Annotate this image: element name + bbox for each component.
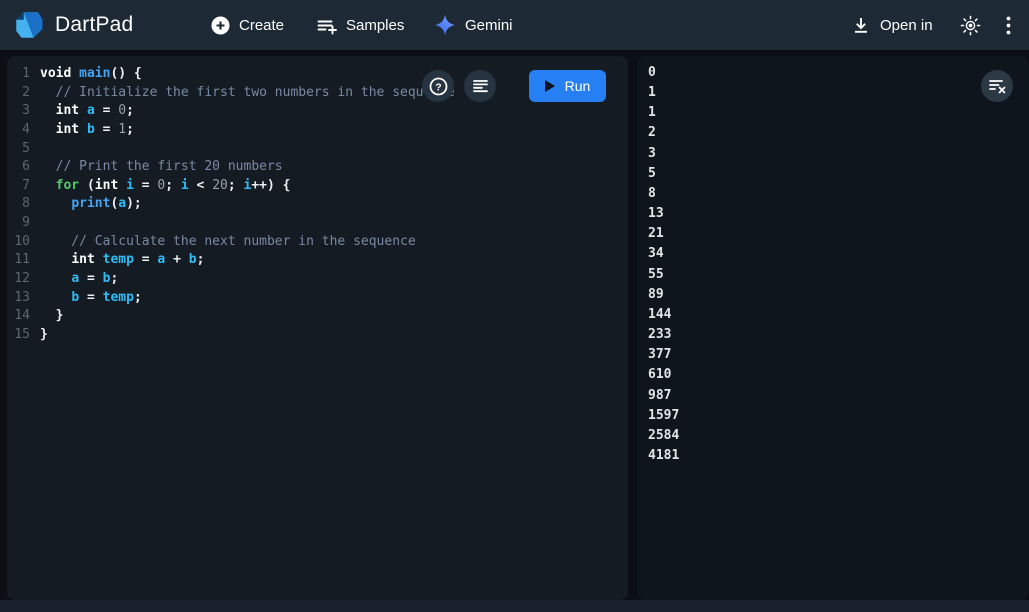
code-line: 10 // Calculate the next number in the s… — [7, 233, 628, 252]
line-text: void main() { — [30, 65, 142, 84]
code-line: 12 a = b; — [7, 270, 628, 289]
line-text: a = b; — [30, 270, 118, 289]
dartpad-logo-icon — [14, 10, 44, 40]
line-text: int temp = a + b; — [30, 251, 204, 270]
code-line: 5 — [7, 140, 628, 159]
console-line: 5 — [648, 164, 1029, 184]
download-icon — [851, 15, 871, 35]
line-number: 13 — [7, 289, 30, 308]
code-line: 13 b = temp; — [7, 289, 628, 308]
help-icon: ? — [429, 77, 448, 96]
line-text: } — [30, 326, 48, 345]
create-button[interactable]: Create — [211, 0, 284, 50]
line-text: print(a); — [30, 195, 142, 214]
theme-brightness-button[interactable] — [960, 0, 981, 50]
console-line: 1597 — [648, 406, 1029, 426]
footer-bar — [0, 600, 1029, 612]
code-line: 14 } — [7, 307, 628, 326]
line-text: for (int i = 0; i < 20; i++) { — [30, 177, 291, 196]
code-line: 4 int b = 1; — [7, 121, 628, 140]
gemini-label: Gemini — [465, 17, 513, 34]
line-text: // Calculate the next number in the sequ… — [30, 233, 416, 252]
clear-console-icon — [988, 77, 1007, 95]
console-line: 0 — [648, 63, 1029, 83]
console-panel: 0112358132134558914423337761098715972584… — [637, 56, 1029, 600]
console-line: 987 — [648, 386, 1029, 406]
console-line: 2584 — [648, 426, 1029, 446]
line-number: 10 — [7, 233, 30, 252]
console-line: 21 — [648, 224, 1029, 244]
line-number: 6 — [7, 158, 30, 177]
line-number: 9 — [7, 214, 30, 233]
open-in-button[interactable]: Open in — [851, 0, 933, 50]
vertical-dots-icon — [1006, 16, 1011, 35]
editor-panel: 1void main() {2 // Initialize the first … — [7, 56, 628, 600]
code-line: 6 // Print the first 20 numbers — [7, 158, 628, 177]
brightness-icon — [960, 15, 981, 36]
app-title: DartPad — [55, 13, 133, 37]
console-line: 233 — [648, 325, 1029, 345]
console-output: 0112358132134558914423337761098715972584… — [637, 56, 1029, 466]
line-text: int a = 0; — [30, 102, 134, 121]
console-line: 144 — [648, 305, 1029, 325]
open-in-label: Open in — [880, 17, 933, 34]
line-number: 14 — [7, 307, 30, 326]
samples-button[interactable]: Samples — [316, 0, 404, 50]
line-number: 1 — [7, 65, 30, 84]
line-number: 4 — [7, 121, 30, 140]
console-line: 4181 — [648, 446, 1029, 466]
console-line: 13 — [648, 204, 1029, 224]
line-number: 12 — [7, 270, 30, 289]
console-line: 2 — [648, 123, 1029, 143]
console-line: 3 — [648, 144, 1029, 164]
line-number: 11 — [7, 251, 30, 270]
line-text — [30, 214, 40, 233]
code-line: 15} — [7, 326, 628, 345]
code-line: 3 int a = 0; — [7, 102, 628, 121]
create-label: Create — [239, 17, 284, 34]
run-label: Run — [565, 78, 591, 94]
console-line: 1 — [648, 103, 1029, 123]
line-number: 8 — [7, 195, 30, 214]
code-line: 7 for (int i = 0; i < 20; i++) { — [7, 177, 628, 196]
gemini-sparkle-icon — [434, 14, 456, 36]
line-text: b = temp; — [30, 289, 142, 308]
line-text: int b = 1; — [30, 121, 134, 140]
brand: DartPad — [14, 0, 133, 50]
line-text — [30, 140, 40, 159]
overflow-menu-button[interactable] — [1006, 0, 1011, 50]
console-line: 55 — [648, 265, 1029, 285]
line-text: // Print the first 20 numbers — [30, 158, 283, 177]
format-align-icon — [472, 78, 489, 95]
add-circle-icon — [211, 16, 230, 35]
help-button[interactable]: ? — [422, 70, 454, 102]
code-line: 11 int temp = a + b; — [7, 251, 628, 270]
navbar: DartPad Create Samples — [0, 0, 1029, 50]
play-icon — [545, 80, 555, 92]
line-number: 3 — [7, 102, 30, 121]
console-line: 8 — [648, 184, 1029, 204]
line-text: // Initialize the first two numbers in t… — [30, 84, 455, 103]
code-line: 8 print(a); — [7, 195, 628, 214]
line-number: 5 — [7, 140, 30, 159]
code-line: 9 — [7, 214, 628, 233]
clear-console-button[interactable] — [981, 70, 1013, 102]
gemini-button[interactable]: Gemini — [434, 0, 513, 50]
console-line: 89 — [648, 285, 1029, 305]
svg-text:?: ? — [435, 81, 441, 93]
console-line: 34 — [648, 244, 1029, 264]
line-text: } — [30, 307, 63, 326]
playlist-add-icon — [316, 15, 337, 36]
line-number: 15 — [7, 326, 30, 345]
console-line: 1 — [648, 83, 1029, 103]
line-number: 2 — [7, 84, 30, 103]
line-number: 7 — [7, 177, 30, 196]
run-button[interactable]: Run — [529, 70, 606, 102]
console-line: 610 — [648, 365, 1029, 385]
format-code-button[interactable] — [464, 70, 496, 102]
console-line: 377 — [648, 345, 1029, 365]
samples-label: Samples — [346, 17, 404, 34]
